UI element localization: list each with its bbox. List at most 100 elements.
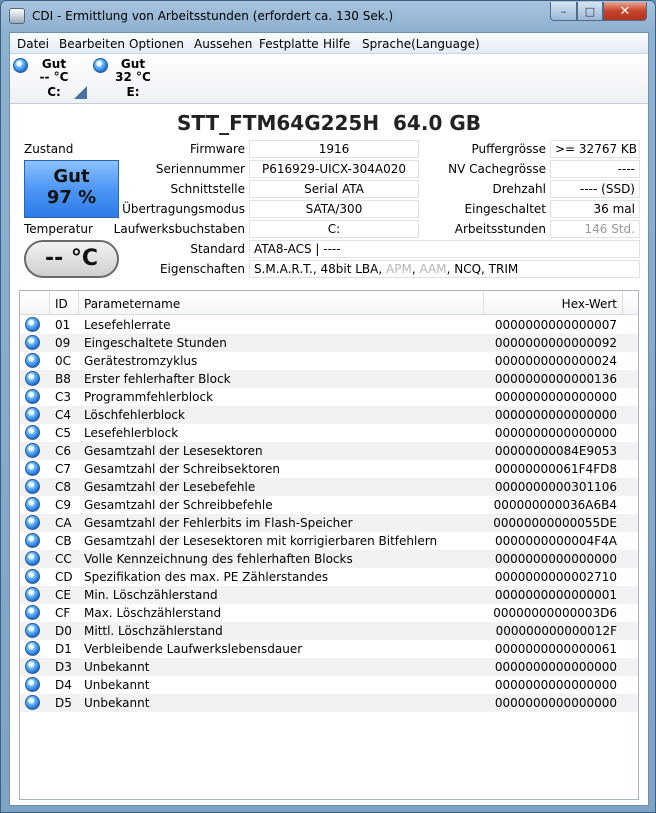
column-divider[interactable]: [483, 291, 484, 315]
attribute-hex-value: 0000000000002710: [494, 570, 617, 584]
attribute-id: 01: [55, 318, 71, 332]
menu-sprache[interactable]: Sprache(Language): [362, 37, 480, 51]
attribute-name: Unbekannt: [84, 678, 150, 692]
attribute-id: CB: [55, 534, 72, 548]
status-good-icon: [25, 353, 40, 368]
temperature-display[interactable]: -- °C: [24, 240, 119, 278]
menu-festplatte[interactable]: Festplatte: [259, 37, 319, 51]
attribute-id: CC: [55, 552, 72, 566]
menu-bearbeiten[interactable]: Bearbeiten: [59, 37, 125, 51]
table-row[interactable]: 0C Gerätestromzyklus 0000000000000024: [20, 352, 638, 370]
table-row[interactable]: C5 Lesefehlerblock 0000000000000000: [20, 424, 638, 442]
table-row[interactable]: C7 Gesamtzahl der Schreibsektoren 00000000…: [20, 460, 638, 478]
column-divider[interactable]: [49, 291, 50, 315]
attribute-hex-value: 0000000000000061: [494, 642, 617, 656]
attribute-hex-value: 0000000000000092: [494, 336, 617, 350]
attribute-name: Verbleibende Laufwerkslebensdauer: [84, 642, 303, 656]
drive-e-button[interactable]: Gut 32 °C E:: [92, 56, 164, 102]
attribute-hex-value: 00000000084E9053: [494, 444, 617, 458]
attribute-id: D4: [55, 678, 72, 692]
table-row[interactable]: 09 Eingeschaltete Stunden 0000000000000092: [20, 334, 638, 352]
table-row[interactable]: CB Gesamtzahl der Lesesektoren mit korrig…: [20, 532, 638, 550]
menu-optionen[interactable]: Optionen: [129, 37, 184, 51]
feature-separator: ,: [378, 262, 387, 276]
nv-cache-label: NV Cachegrösse: [448, 162, 546, 176]
table-row[interactable]: 01 Lesefehlerrate 0000000000000007: [20, 316, 638, 334]
minimize-button[interactable]: –: [550, 2, 577, 21]
status-good-icon: [25, 587, 40, 602]
attribute-name: Gesamtzahl der Lesebefehle: [84, 480, 256, 494]
status-good-icon: [25, 695, 40, 710]
attribute-id: C6: [55, 444, 72, 458]
table-row[interactable]: D1 Verbleibende Laufwerkslebensdauer 00000…: [20, 640, 638, 658]
table-row[interactable]: C6 Gesamtzahl der Lesesektoren 00000000084…: [20, 442, 638, 460]
attribute-id: C8: [55, 480, 72, 494]
table-row[interactable]: C3 Programmfehlerblock 0000000000000000: [20, 388, 638, 406]
health-status-button[interactable]: Gut 97 %: [24, 160, 119, 218]
attribute-id: C5: [55, 426, 72, 440]
status-good-icon: [25, 335, 40, 350]
attribute-hex-value: 0000000000000024: [494, 354, 617, 368]
table-header: ID Parametername Hex-Wert: [20, 291, 638, 315]
table-row[interactable]: D0 Mittl. Löschzählerstand 000000000000012…: [20, 622, 638, 640]
attribute-hex-value: 0000000000000000: [494, 678, 617, 692]
status-good-icon: [25, 317, 40, 332]
status-good-icon: [25, 407, 40, 422]
table-row[interactable]: CF Max. Löschzählerstand 00000000000003D6: [20, 604, 638, 622]
attribute-id: CA: [55, 516, 72, 530]
table-row[interactable]: CD Spezifikation des max. PE Zählerstande…: [20, 568, 638, 586]
nv-cache-value: ----: [550, 160, 640, 178]
table-row[interactable]: CE Min. Löschzählerstand 0000000000000001: [20, 586, 638, 604]
status-good-icon: [25, 479, 40, 494]
menu-aussehen[interactable]: Aussehen: [194, 37, 252, 51]
status-good-icon: [93, 58, 108, 73]
table-row[interactable]: CA Gesamtzahl der Fehlerbits im Flash-Spe…: [20, 514, 638, 532]
attribute-name: Max. Löschzählerstand: [84, 606, 222, 620]
firmware-value: 1916: [249, 140, 419, 158]
table-row[interactable]: CC Volle Kennzeichnung des fehlerhaften B…: [20, 550, 638, 568]
smart-attributes-table[interactable]: ID Parametername Hex-Wert 01 Lesefehlerra…: [19, 290, 639, 800]
column-header-id[interactable]: ID: [55, 297, 68, 311]
attribute-id: CE: [55, 588, 71, 602]
close-button[interactable]: ✕: [603, 2, 647, 21]
attribute-id: CD: [55, 570, 73, 584]
health-label: Zustand: [24, 142, 74, 156]
table-row[interactable]: B8 Erster fehlerhafter Block 0000000000000…: [20, 370, 638, 388]
table-row[interactable]: D4 Unbekannt 0000000000000000: [20, 676, 638, 694]
column-divider[interactable]: [622, 291, 623, 315]
transfer-mode-value: SATA/300: [249, 200, 419, 218]
rotation-rate-label: Drehzahl: [492, 182, 547, 196]
attribute-hex-value: 0000000000000001: [494, 588, 617, 602]
features-label: Eigenschaften: [159, 262, 245, 276]
attribute-id: 09: [55, 336, 71, 350]
feature-trim: TRIM: [488, 262, 519, 276]
table-row[interactable]: D3 Unbekannt 0000000000000000: [20, 658, 638, 676]
firmware-label: Firmware: [190, 142, 245, 156]
status-good-icon: [25, 389, 40, 404]
attribute-id: CF: [55, 606, 71, 620]
menu-datei[interactable]: Datei: [17, 37, 49, 51]
status-good-icon: [25, 641, 40, 656]
column-header-hex[interactable]: Hex-Wert: [562, 297, 617, 311]
drive-letters-value: C:: [249, 220, 419, 238]
feature-smart: S.M.A.R.T.: [254, 262, 313, 276]
health-percent: 97 %: [46, 187, 97, 208]
drive-c-button[interactable]: Gut -- °C C:: [12, 56, 87, 102]
status-good-icon: [25, 425, 40, 440]
maximize-button[interactable]: □: [577, 2, 603, 21]
column-divider[interactable]: [78, 291, 79, 315]
attribute-name: Spezifikation des max. PE Zählerstandes: [84, 570, 329, 584]
title-bar[interactable]: CDI - Ermittlung von Arbeitsstunden (erf…: [1, 1, 655, 31]
table-row[interactable]: C9 Gesamtzahl der Schreibbefehle 000000000…: [20, 496, 638, 514]
standard-label: Standard: [190, 242, 245, 256]
table-row[interactable]: C4 Löschfehlerblock 0000000000000000: [20, 406, 638, 424]
attribute-hex-value: 00000000000003D6: [493, 606, 617, 620]
status-good-icon: [25, 443, 40, 458]
menu-hilfe[interactable]: Hilfe: [323, 37, 350, 51]
app-icon[interactable]: [9, 8, 25, 24]
attribute-name: Volle Kennzeichnung des fehlerhaften Blo…: [84, 552, 353, 566]
column-header-name[interactable]: Parametername: [84, 297, 180, 311]
drive-status: Gut: [120, 57, 146, 71]
table-row[interactable]: C8 Gesamtzahl der Lesebefehle 000000000030…: [20, 478, 638, 496]
table-row[interactable]: D5 Unbekannt 0000000000000000: [20, 694, 638, 712]
